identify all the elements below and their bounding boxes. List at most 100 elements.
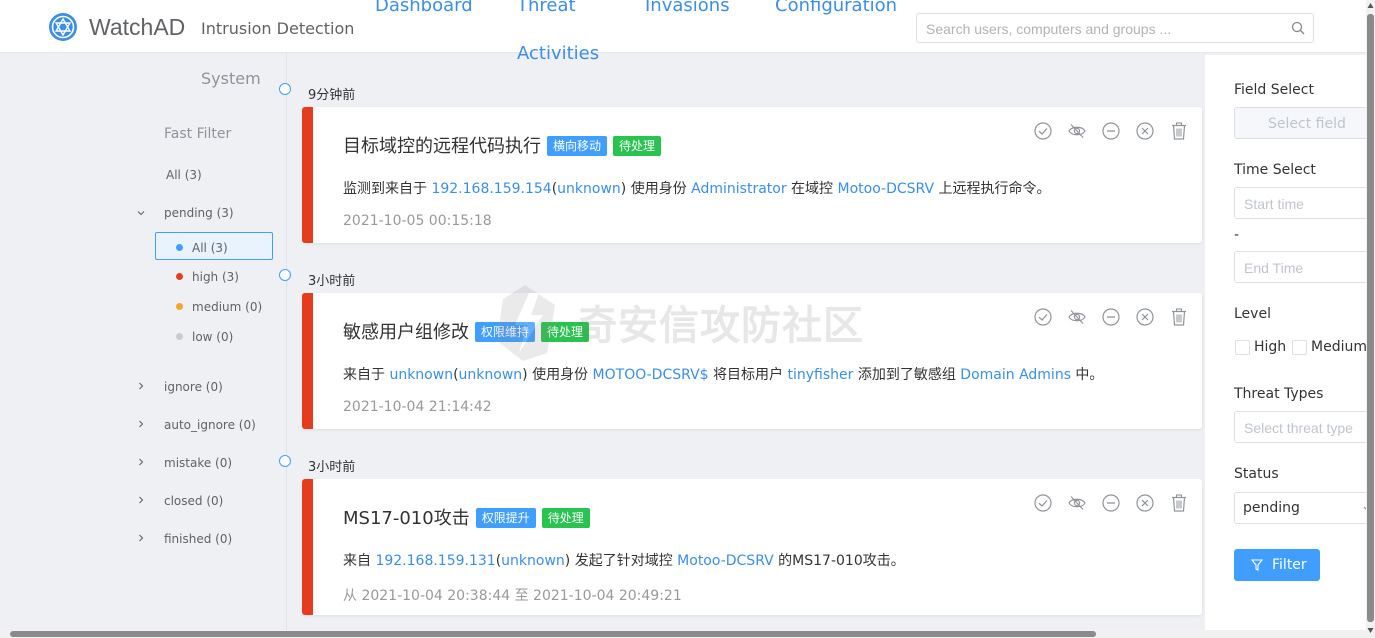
level-dot-icon bbox=[176, 333, 183, 340]
minus-circle-icon[interactable] bbox=[1102, 308, 1120, 326]
filter-mistake[interactable]: mistake (0) bbox=[164, 456, 232, 470]
scroll-down-icon[interactable] bbox=[1367, 626, 1374, 634]
timeline-node-icon bbox=[279, 83, 291, 95]
nav-configuration[interactable]: Configuration bbox=[775, 0, 897, 16]
chevron-right-icon[interactable] bbox=[137, 534, 145, 542]
nav-threat[interactable]: Threat bbox=[517, 0, 576, 16]
filter-pending-medium[interactable]: medium (0) bbox=[176, 300, 262, 314]
source-host-link[interactable]: unknown bbox=[389, 367, 453, 383]
level-high-checkbox[interactable] bbox=[1235, 340, 1250, 355]
source-host-link[interactable]: unknown bbox=[557, 181, 621, 197]
search-box[interactable] bbox=[916, 13, 1314, 43]
alert-title[interactable]: MS17-010攻击 权限提升 待处理 bbox=[343, 504, 590, 530]
start-time-picker[interactable] bbox=[1234, 187, 1374, 219]
nav-dashboard[interactable]: Dashboard bbox=[375, 0, 473, 16]
filter-button[interactable]: Filter bbox=[1234, 549, 1320, 581]
check-circle-icon[interactable] bbox=[1034, 308, 1052, 326]
eye-off-icon[interactable] bbox=[1068, 494, 1086, 512]
nav-invasions[interactable]: Invasions bbox=[645, 0, 730, 16]
close-circle-icon[interactable] bbox=[1136, 308, 1154, 326]
chevron-down-icon[interactable] bbox=[137, 209, 145, 217]
end-time-input[interactable] bbox=[1242, 259, 1366, 277]
level-high-label[interactable]: High bbox=[1254, 339, 1286, 355]
level-dot-icon bbox=[176, 244, 183, 251]
minus-circle-icon[interactable] bbox=[1102, 122, 1120, 140]
close-circle-icon[interactable] bbox=[1136, 122, 1154, 140]
alert-title[interactable]: 敏感用户组修改 权限维持 待处理 bbox=[343, 318, 590, 344]
filter-auto-ignore[interactable]: auto_ignore (0) bbox=[164, 418, 256, 432]
group-link[interactable]: Domain Admins bbox=[960, 367, 1071, 383]
chevron-right-icon[interactable] bbox=[137, 496, 145, 504]
chevron-right-icon[interactable] bbox=[137, 458, 145, 466]
top-header: WatchAD Intrusion Detection Dashboard Th… bbox=[0, 0, 1366, 64]
filter-pending-low[interactable]: low (0) bbox=[176, 330, 233, 344]
source-ip-link[interactable]: 192.168.159.154 bbox=[431, 181, 551, 197]
alert-actions bbox=[1023, 494, 1188, 514]
nav-activities[interactable]: Activities bbox=[517, 43, 599, 64]
field-select-placeholder: Select field bbox=[1268, 116, 1346, 132]
time-select-label: Time Select bbox=[1234, 162, 1316, 178]
filter-closed[interactable]: closed (0) bbox=[164, 494, 223, 508]
filter-pending[interactable]: pending (3) bbox=[164, 206, 234, 220]
search-input[interactable] bbox=[924, 18, 1288, 40]
alert-description: 来自于 unknown(unknown) 使用身份 MOTOO-DCSRV$ 将… bbox=[343, 367, 1104, 383]
threat-type-select[interactable] bbox=[1234, 411, 1374, 443]
filter-finished[interactable]: finished (0) bbox=[164, 532, 232, 546]
chevron-right-icon[interactable] bbox=[137, 420, 145, 428]
alert-card[interactable]: MS17-010攻击 权限提升 待处理 来自 192.168.159.131(unk… bbox=[302, 479, 1202, 615]
eye-off-icon[interactable] bbox=[1068, 308, 1086, 326]
vertical-scrollbar[interactable] bbox=[1366, 0, 1375, 638]
user-link[interactable]: Administrator bbox=[691, 181, 786, 197]
source-host-link[interactable]: unknown bbox=[459, 367, 523, 383]
search-icon[interactable] bbox=[1291, 21, 1305, 35]
brand-subtitle: Intrusion Detection bbox=[201, 19, 355, 38]
trash-icon[interactable] bbox=[1170, 122, 1188, 140]
dc-link[interactable]: Motoo-DCSRV bbox=[677, 553, 774, 569]
threat-type-input[interactable] bbox=[1242, 419, 1366, 437]
close-circle-icon[interactable] bbox=[1136, 494, 1154, 512]
brand-name: WatchAD bbox=[89, 14, 186, 40]
alert-time: 从 2021-10-04 20:38:44 至 2021-10-04 20:49… bbox=[343, 588, 682, 604]
field-select-label: Field Select bbox=[1234, 82, 1314, 98]
level-label: Level bbox=[1234, 306, 1271, 322]
start-time-input[interactable] bbox=[1242, 195, 1366, 213]
filter-pending-high[interactable]: high (3) bbox=[176, 270, 239, 284]
trash-icon[interactable] bbox=[1170, 308, 1188, 326]
alert-card[interactable]: 目标域控的远程代码执行 横向移动 待处理 监测到来自于 192.168.159.15… bbox=[302, 107, 1202, 243]
alert-card[interactable]: 敏感用户组修改 权限维持 待处理 来自于 unknown(unknown) 使用身份… bbox=[302, 293, 1202, 429]
minus-circle-icon[interactable] bbox=[1102, 494, 1120, 512]
check-circle-icon[interactable] bbox=[1034, 494, 1052, 512]
vertical-scroll-thumb[interactable] bbox=[1367, 14, 1374, 622]
scroll-up-icon[interactable] bbox=[1367, 2, 1374, 10]
eye-off-icon[interactable] bbox=[1068, 122, 1086, 140]
horizontal-scrollbar[interactable] bbox=[0, 630, 1366, 638]
level-medium-checkbox[interactable] bbox=[1292, 340, 1307, 355]
alert-time: 2021-10-04 21:14:42 bbox=[343, 399, 492, 415]
trash-icon[interactable] bbox=[1170, 494, 1188, 512]
alert-actions bbox=[1023, 308, 1188, 328]
source-host-link[interactable]: unknown bbox=[501, 553, 565, 569]
status-select[interactable]: pending bbox=[1234, 492, 1374, 524]
status-tag: 待处理 bbox=[541, 322, 590, 342]
filter-pending-all[interactable]: All (3) bbox=[176, 241, 228, 255]
check-circle-icon[interactable] bbox=[1034, 122, 1052, 140]
source-ip-link[interactable]: 192.168.159.131 bbox=[375, 553, 495, 569]
alert-time: 2021-10-05 00:15:18 bbox=[343, 213, 492, 229]
chevron-right-icon[interactable] bbox=[137, 382, 145, 390]
status-tag: 待处理 bbox=[541, 508, 590, 528]
user-link[interactable]: MOTOO-DCSRV$ bbox=[593, 367, 709, 383]
level-medium-label[interactable]: Medium bbox=[1311, 339, 1367, 355]
horizontal-scroll-thumb[interactable] bbox=[10, 631, 1096, 637]
watchad-logo-icon bbox=[49, 13, 77, 41]
status-label: Status bbox=[1234, 466, 1279, 482]
filter-ignore[interactable]: ignore (0) bbox=[164, 380, 223, 394]
target-user-link[interactable]: tinyfisher bbox=[787, 367, 853, 383]
field-select[interactable]: Select field bbox=[1234, 107, 1374, 139]
timeline-node-icon bbox=[279, 269, 291, 281]
alert-title[interactable]: 目标域控的远程代码执行 横向移动 待处理 bbox=[343, 132, 662, 158]
end-time-picker[interactable] bbox=[1234, 251, 1374, 283]
filter-all[interactable]: All (3) bbox=[166, 168, 202, 182]
dc-link[interactable]: Motoo-DCSRV bbox=[838, 181, 935, 197]
severity-bar bbox=[302, 479, 313, 615]
system-link[interactable]: System bbox=[201, 69, 261, 88]
